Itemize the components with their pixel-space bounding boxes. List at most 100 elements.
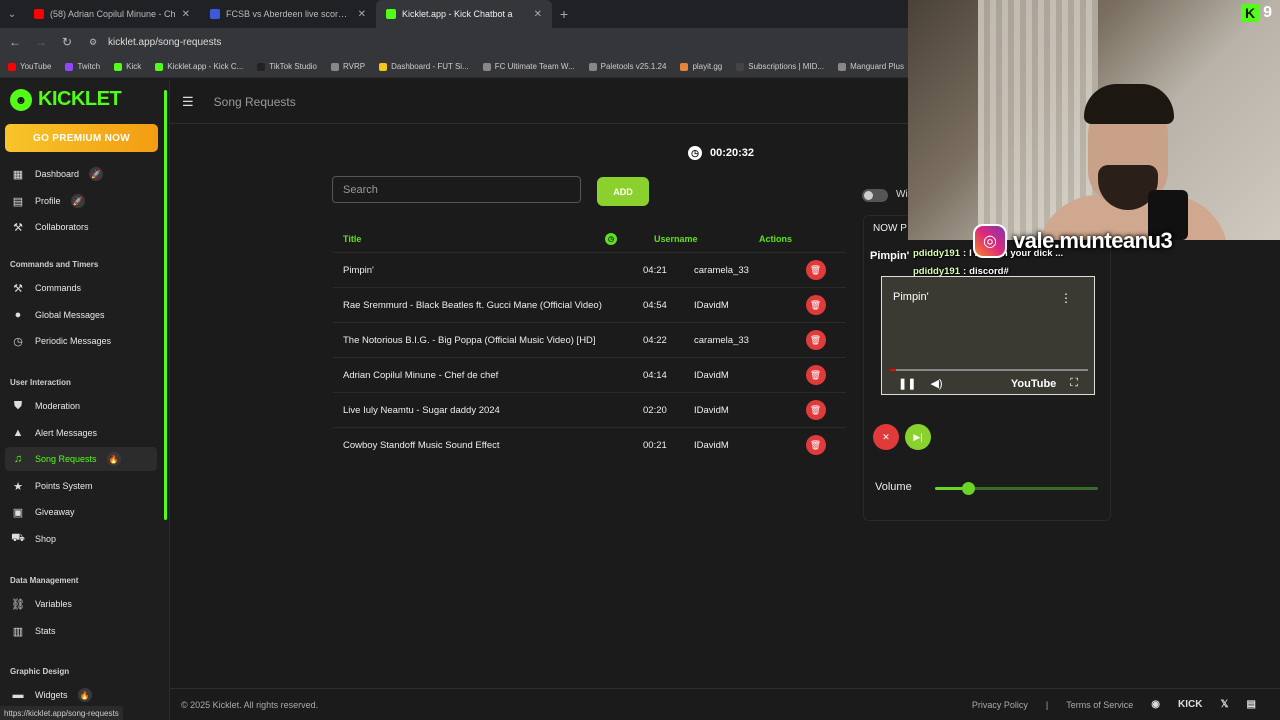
sidebar-item-dashboard[interactable]: ▦ Dashboard 🚀 [5,162,157,186]
sidebar-item-periodic-messages[interactable]: ◷ Periodic Messages [5,329,157,353]
chat-username: pdiddy191 [913,265,960,277]
sidebar-item-song-requests[interactable]: ♫ Song Requests 🔥 [5,447,157,471]
bookmark-item[interactable]: Paletools v25.1.24 [588,62,666,71]
url-text[interactable]: kicklet.app/song-requests [108,37,221,48]
bookmark-item[interactable]: Kick [114,62,141,71]
kick-viewer-badge: K 9 [1241,4,1272,22]
trash-icon: 🗑 [809,334,822,345]
bookmark-item[interactable]: YouTube [8,62,51,71]
go-premium-button[interactable]: GO PREMIUM NOW [5,124,158,152]
bookmark-favicon-icon [331,62,339,71]
delete-song-button[interactable]: 🗑 [805,435,826,455]
privacy-policy-link[interactable]: Privacy Policy [972,700,1028,710]
sidebar-scrollbar[interactable] [164,90,167,520]
sidebar-item-points-system[interactable]: ★ Points System [5,474,157,498]
search-input[interactable] [332,176,581,203]
volume-icon[interactable]: ◀) [930,377,942,390]
kick-link[interactable]: KICK [1178,699,1202,710]
bookmark-item[interactable]: Dashboard - FUT Si... [379,62,469,71]
bookmark-label: Twitch [77,62,101,71]
bookmark-favicon-icon [65,62,74,71]
collapse-menu-icon[interactable]: ☰ [182,94,194,110]
browser-tab-youtube[interactable]: (58) Adrian Copilul Minune - Ch ✕ [24,0,200,28]
sidebar-item-alert-messages[interactable]: ▲ Alert Messages [5,421,157,445]
delete-song-button[interactable]: 🗑 [805,295,826,315]
site-info-icon[interactable]: ⚙ [86,37,100,48]
player-progress-bar[interactable] [890,369,1088,371]
kicklet-favicon-icon [386,9,396,19]
fullscreen-icon[interactable]: ⛶ [1070,377,1078,390]
pause-icon[interactable]: ❚❚ [898,377,916,390]
instagram-handle-overlay: ◎ vale.munteanu3 [973,224,1173,258]
table-body: Pimpin' 04:21 caramela_33 🗑 Rae Sremmurd - B… [333,252,846,462]
tab-list-chevron-icon[interactable]: ⌄ [0,9,24,20]
kicklet-logo[interactable]: ☻ KICKLET [10,88,122,111]
chat-username: pdiddy191 [913,247,960,259]
sidebar-item-commands[interactable]: ⚒ Commands [5,276,157,300]
close-tab-icon[interactable]: ✕ [182,9,190,20]
rocket-icon: 🚀 [70,194,85,208]
footer-links: Privacy Policy | Terms of Service ◉ KICK… [972,699,1280,710]
bookmark-item[interactable]: Subscriptions | MID... [736,62,824,71]
sidebar-item-widgets[interactable]: ▬ Widgets 🔥 [5,683,157,707]
toggle-switch[interactable] [862,189,888,202]
song-title: The Notorious B.I.G. - Big Poppa (Offici… [343,334,596,346]
add-song-button[interactable]: ADD [597,177,649,206]
back-arrow-icon[interactable]: ← [8,35,22,49]
page-title: Song Requests [213,94,296,109]
bookmark-item[interactable]: Twitch [65,62,100,71]
close-tab-icon[interactable]: ✕ [534,9,542,20]
delete-song-button[interactable]: 🗑 [805,330,826,350]
youtube-player[interactable]: Pimpin' ⋮ ❚❚ ◀) YouTube ⛶ [881,276,1095,395]
warning-icon: ▲ [12,427,24,439]
cart-icon: ⛟ [11,532,25,544]
more-options-icon[interactable]: ⋮ [1060,291,1072,305]
sidebar-item-variables[interactable]: ⛓ Variables [5,592,157,616]
sidebar-item-shop[interactable]: ⛟ Shop [5,527,157,551]
browser-tab-score[interactable]: FCSB vs Aberdeen live score, H ✕ [200,0,376,28]
sidebar-item-collaborators[interactable]: ⚒ Collaborators [5,215,157,239]
delete-song-button[interactable]: 🗑 [805,260,826,280]
stop-song-button[interactable]: ✕ [873,424,899,450]
volume-slider-handle[interactable] [961,482,975,495]
score-favicon-icon [210,9,220,19]
bookmark-item[interactable]: FC Ultimate Team W... [482,62,575,71]
sidebar-item-giveaway[interactable]: ▣ Giveaway [5,500,157,524]
skip-next-icon: ▶| [913,431,923,442]
bookmark-item[interactable]: RVRP [331,62,365,71]
new-tab-plus-icon[interactable]: + [552,6,576,22]
volume-slider[interactable] [935,482,1098,495]
bookmark-favicon-icon [155,62,164,71]
bookmark-label: playit.gg [692,62,723,71]
now-playing-song: Pimpin' [870,250,910,262]
bookmark-item[interactable]: playit.gg [680,62,722,71]
delete-song-button[interactable]: 🗑 [805,400,826,420]
skip-song-button[interactable]: ▶| [905,424,931,450]
document-icon[interactable]: ▤ [1247,699,1256,710]
discord-icon[interactable]: ◉ [1151,699,1160,710]
close-tab-icon[interactable]: ✕ [358,9,366,20]
youtube-logo[interactable]: YouTube [1011,378,1056,390]
trash-icon: 🗑 [809,299,822,310]
sidebar-item-profile[interactable]: ▤ Profile 🚀 [5,189,157,213]
bookmark-item[interactable]: Kicklet.app - Kick C... [155,62,243,71]
sidebar-item-stats[interactable]: ▥ Stats [5,619,157,643]
instagram-icon: ◎ [973,224,1007,258]
row-actions: 🗑 [785,435,846,455]
row-actions: 🗑 [785,295,846,315]
forward-arrow-icon[interactable]: → [34,35,48,49]
sidebar-item-global-messages[interactable]: ● Global Messages [5,303,157,327]
x-twitter-icon[interactable]: 𝕏 [1220,699,1228,710]
browser-tab-kicklet[interactable]: Kicklet.app - Kick Chatbot a ✕ [376,0,552,28]
reload-icon[interactable]: ↻ [60,35,74,49]
bookmark-item[interactable]: Manguard Plus [838,62,904,71]
grid-icon: ▦ [12,168,24,181]
bookmark-favicon-icon [482,62,491,71]
instagram-handle: vale.munteanu3 [1013,228,1173,253]
bookmark-item[interactable]: TikTok Studio [257,62,317,71]
chat-text: discord# [969,265,1009,277]
sidebar-item-moderation[interactable]: ⛊ Moderation [5,394,157,418]
terms-of-service-link[interactable]: Terms of Service [1066,700,1133,710]
link-icon: ⛓ [11,598,25,611]
delete-song-button[interactable]: 🗑 [805,365,826,385]
